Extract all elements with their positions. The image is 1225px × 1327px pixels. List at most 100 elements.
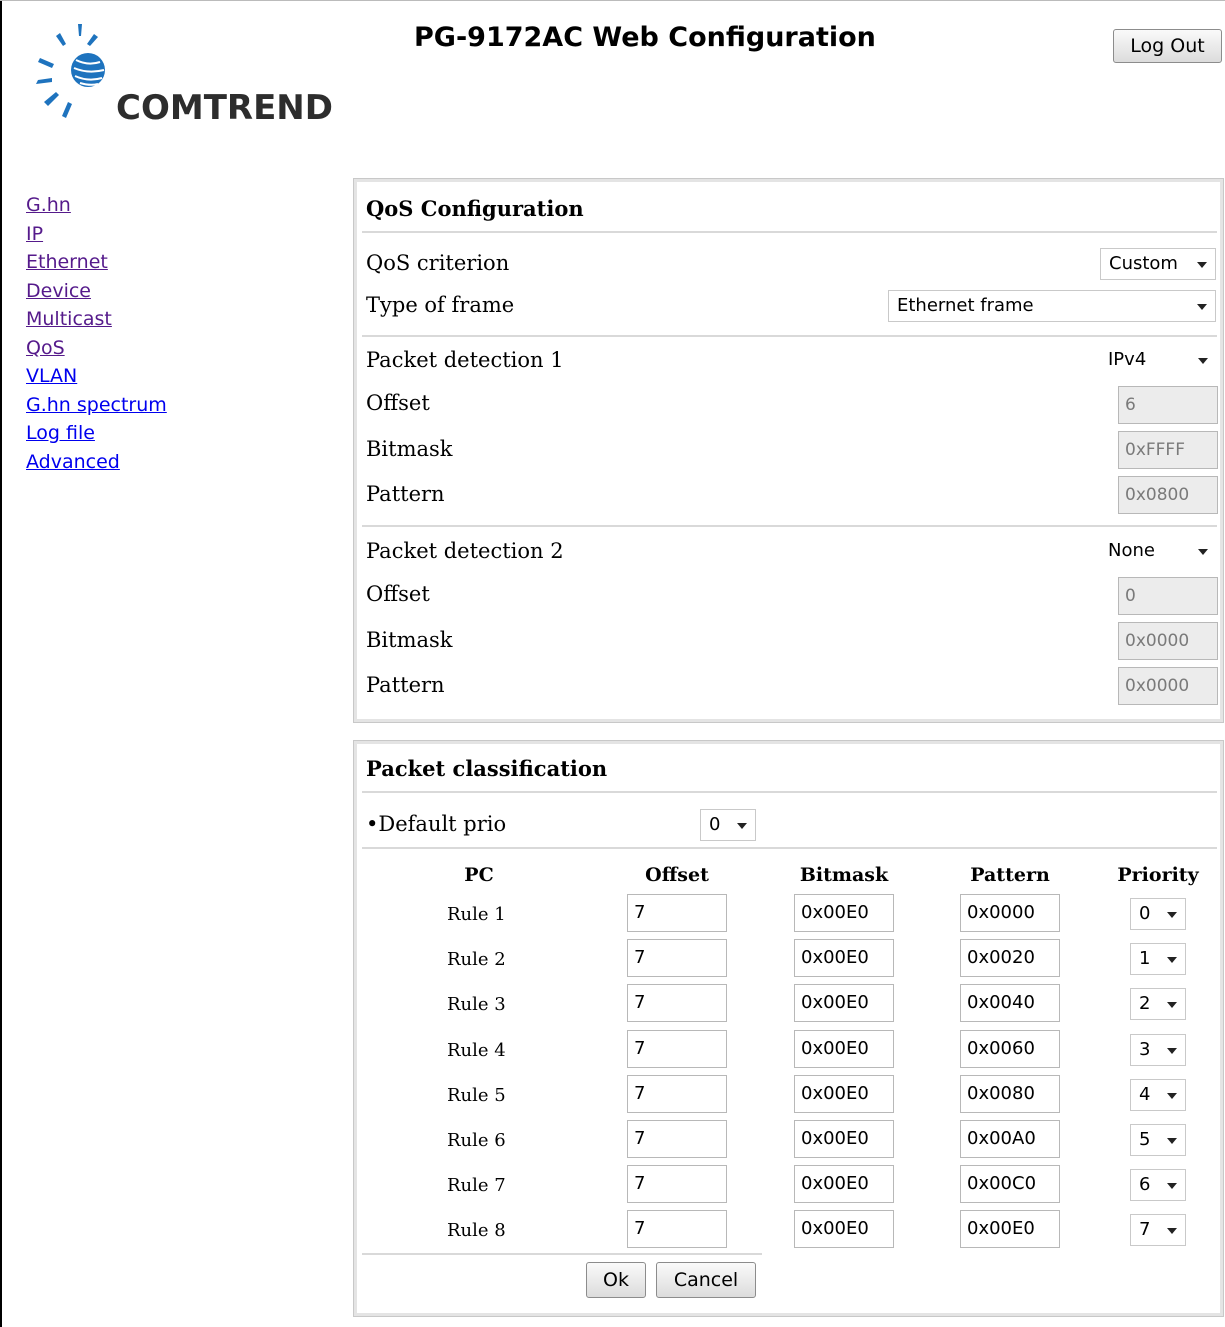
rule-priority-select[interactable]: 7 — [1130, 1214, 1186, 1246]
rule-bitmask-input[interactable]: 0x00E0 — [794, 939, 894, 977]
comtrend-logo: COMTREND — [30, 22, 350, 132]
column-header-offset: Offset — [645, 864, 709, 886]
detection1-offset-label: Offset — [366, 391, 430, 415]
rule-priority-value: 6 — [1139, 1174, 1151, 1195]
qos-criterion-select[interactable]: Custom — [1100, 248, 1216, 280]
chevron-down-icon — [1167, 1002, 1177, 1008]
chevron-down-icon — [1167, 1048, 1177, 1054]
rule-bitmask-input[interactable]: 0x00E0 — [794, 1210, 894, 1248]
rule-offset-input[interactable]: 7 — [627, 894, 727, 932]
ok-button[interactable]: Ok — [586, 1262, 646, 1298]
sidebar-item-qos[interactable]: QoS — [26, 334, 167, 363]
sidebar-item-vlan[interactable]: VLAN — [26, 362, 167, 391]
rule-pattern-input[interactable]: 0x00A0 — [960, 1120, 1060, 1158]
rule-priority-select[interactable]: 0 — [1130, 898, 1186, 930]
detection2-value: None — [1108, 540, 1155, 561]
detection1-pattern-field[interactable]: 0x0800 — [1118, 476, 1218, 514]
detection2-offset-label: Offset — [366, 582, 430, 606]
rule-offset-input[interactable]: 7 — [627, 984, 727, 1022]
rule-bitmask-input[interactable]: 0x00E0 — [794, 1075, 894, 1113]
rule-priority-select[interactable]: 5 — [1130, 1124, 1186, 1156]
divider — [362, 231, 1217, 233]
rule-priority-value: 5 — [1139, 1129, 1151, 1150]
rule-pattern-input[interactable]: 0x0060 — [960, 1030, 1060, 1068]
sidebar-item-log-file[interactable]: Log file — [26, 419, 167, 448]
detection1-offset-field[interactable]: 6 — [1118, 386, 1218, 424]
rule-pattern-input[interactable]: 0x00C0 — [960, 1165, 1060, 1203]
frame-type-select[interactable]: Ethernet frame — [888, 290, 1216, 322]
rule-pattern-input[interactable]: 0x0000 — [960, 894, 1060, 932]
rule-priority-value: 1 — [1139, 948, 1151, 969]
rule-offset-input[interactable]: 7 — [627, 1120, 727, 1158]
sidebar-item-advanced[interactable]: Advanced — [26, 448, 167, 477]
qos-configuration-panel: QoS Configuration QoS criterion Custom T… — [353, 178, 1224, 723]
detection2-bitmask-field[interactable]: 0x0000 — [1118, 622, 1218, 660]
rule-bitmask-input[interactable]: 0x00E0 — [794, 1165, 894, 1203]
rule-priority-select[interactable]: 1 — [1130, 943, 1186, 975]
rule-pattern-input[interactable]: 0x0080 — [960, 1075, 1060, 1113]
chevron-down-icon — [1167, 1093, 1177, 1099]
divider — [362, 335, 1217, 337]
rule-bitmask-input[interactable]: 0x00E0 — [794, 1030, 894, 1068]
window-top-border — [0, 0, 1225, 1]
default-prio-select[interactable]: 0 — [700, 809, 756, 841]
rule-offset-input[interactable]: 7 — [627, 1210, 727, 1248]
rule-offset-input[interactable]: 7 — [627, 939, 727, 977]
rule-offset-input[interactable]: 7 — [627, 1165, 727, 1203]
divider — [362, 525, 1217, 527]
chevron-down-icon — [1167, 957, 1177, 963]
chevron-down-icon — [1198, 358, 1208, 364]
detection2-select[interactable]: None — [1100, 536, 1216, 568]
rule-priority-select[interactable]: 4 — [1130, 1079, 1186, 1111]
sidebar-item-ghn[interactable]: G.hn — [26, 191, 167, 220]
sidebar-item-multicast[interactable]: Multicast — [26, 305, 167, 334]
detection2-bitmask-label: Bitmask — [366, 628, 453, 652]
rule-pattern-input[interactable]: 0x00E0 — [960, 1210, 1060, 1248]
window-left-border — [0, 0, 2, 1327]
sidebar-item-ip[interactable]: IP — [26, 220, 167, 249]
rule-bitmask-input[interactable]: 0x00E0 — [794, 984, 894, 1022]
page-title: PG-9172AC Web Configuration — [414, 22, 876, 53]
rule-pattern-input[interactable]: 0x0020 — [960, 939, 1060, 977]
rule-bitmask-input[interactable]: 0x00E0 — [794, 894, 894, 932]
divider — [362, 847, 1217, 849]
chevron-down-icon — [1167, 1228, 1177, 1234]
column-header-bitmask: Bitmask — [799, 864, 889, 886]
detection1-bitmask-field[interactable]: 0xFFFF — [1118, 431, 1218, 469]
rule-label: Rule 7 — [447, 1175, 506, 1196]
column-header-priority: Priority — [1117, 864, 1199, 886]
frame-type-label: Type of frame — [366, 293, 515, 317]
chevron-down-icon — [1197, 262, 1207, 268]
sidebar-item-device[interactable]: Device — [26, 277, 167, 306]
rule-priority-select[interactable]: 2 — [1130, 988, 1186, 1020]
rule-priority-select[interactable]: 6 — [1130, 1169, 1186, 1201]
column-header-pc: PC — [464, 864, 494, 886]
default-prio-value: 0 — [709, 814, 721, 835]
rule-pattern-input[interactable]: 0x0040 — [960, 984, 1060, 1022]
packet-classification-panel: Packet classification •Default prio 0 PC… — [353, 740, 1224, 1317]
detection1-label: Packet detection 1 — [366, 348, 564, 372]
chevron-down-icon — [737, 823, 747, 829]
detection2-pattern-field[interactable]: 0x0000 — [1118, 667, 1218, 705]
rule-priority-value: 3 — [1139, 1039, 1151, 1060]
logo-burst-icon — [36, 24, 105, 118]
rule-offset-input[interactable]: 7 — [627, 1030, 727, 1068]
rule-offset-input[interactable]: 7 — [627, 1075, 727, 1113]
sidebar-item-ghn-spectrum[interactable]: G.hn spectrum — [26, 391, 167, 420]
chevron-down-icon — [1167, 912, 1177, 918]
detection2-pattern-label: Pattern — [366, 673, 445, 697]
default-prio-label: •Default prio — [366, 812, 507, 836]
rule-priority-value: 0 — [1139, 903, 1151, 924]
sidebar-item-ethernet[interactable]: Ethernet — [26, 248, 167, 277]
detection2-offset-field[interactable]: 0 — [1118, 577, 1218, 615]
cancel-button[interactable]: Cancel — [656, 1262, 756, 1298]
logout-button[interactable]: Log Out — [1113, 29, 1222, 63]
divider — [362, 1253, 762, 1255]
detection1-select[interactable]: IPv4 — [1100, 345, 1216, 377]
sidebar-nav: G.hn IP Ethernet Device Multicast QoS VL… — [26, 191, 167, 476]
rule-bitmask-input[interactable]: 0x00E0 — [794, 1120, 894, 1158]
rule-priority-select[interactable]: 3 — [1130, 1034, 1186, 1066]
frame-type-value: Ethernet frame — [897, 295, 1034, 316]
detection1-pattern-label: Pattern — [366, 482, 445, 506]
chevron-down-icon — [1197, 304, 1207, 310]
